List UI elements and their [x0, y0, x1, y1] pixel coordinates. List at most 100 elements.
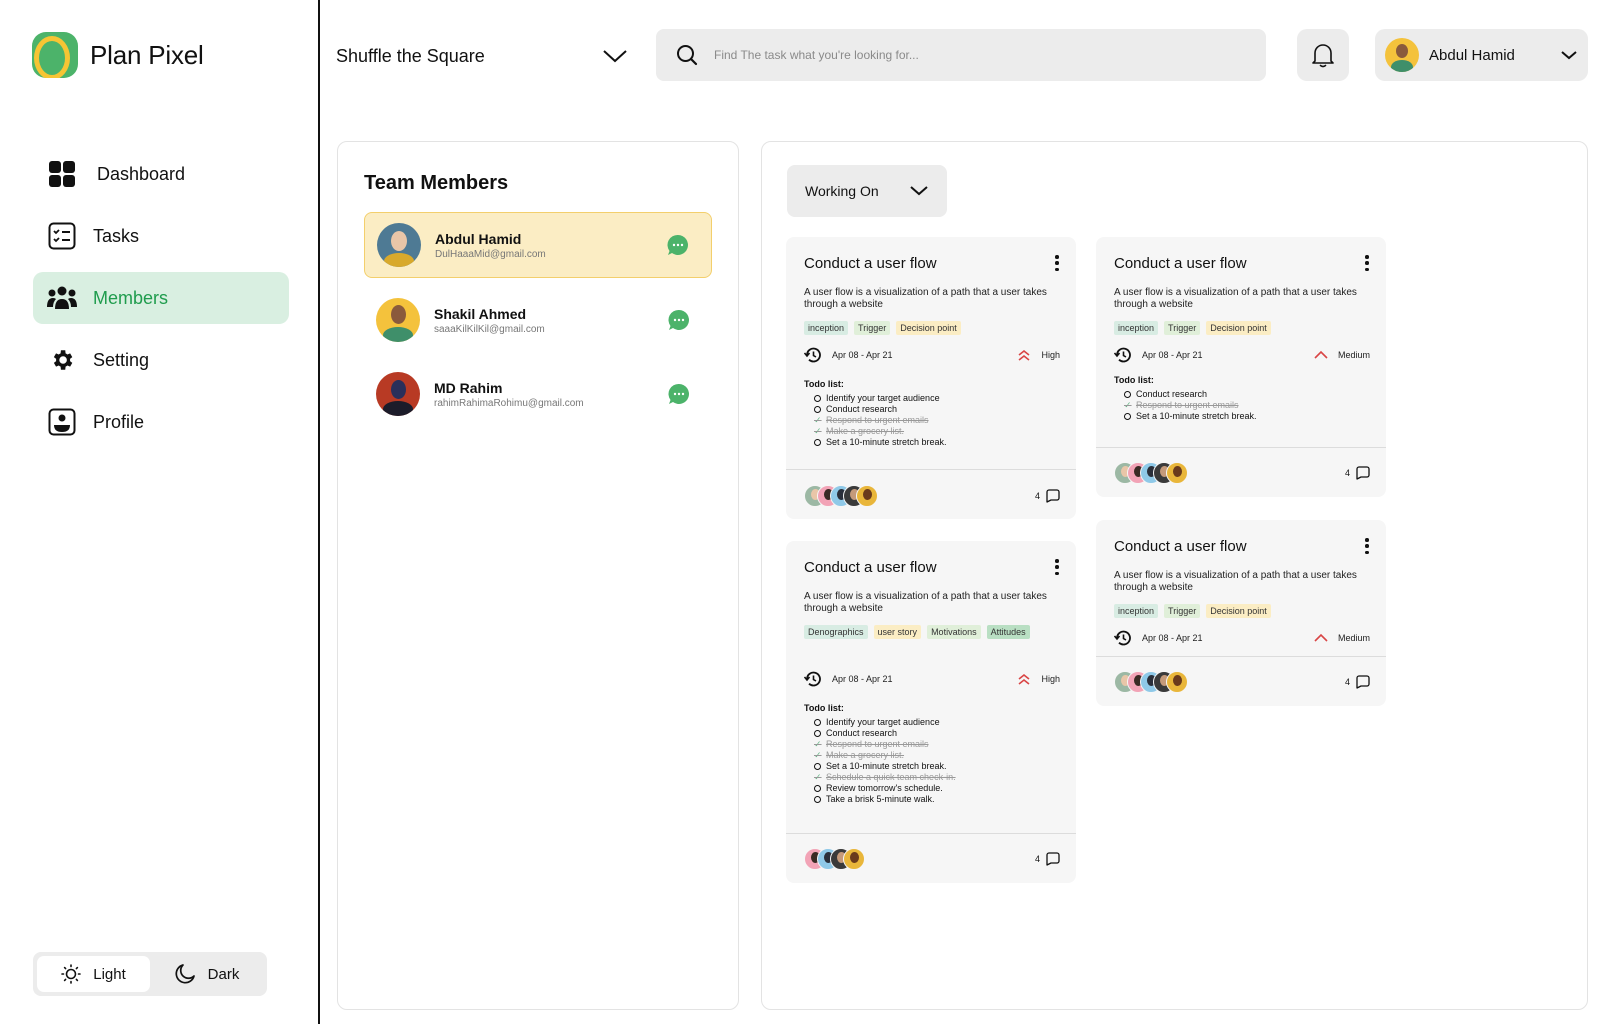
more-options-icon[interactable] [1052, 557, 1062, 577]
todo-text: Make a grocery list. [826, 426, 905, 436]
todo-item[interactable]: Set a 10-minute stretch break. [1124, 411, 1257, 422]
sidebar-item-tasks[interactable]: Tasks [33, 210, 289, 262]
logo-icon [32, 32, 78, 78]
sidebar-item-dashboard[interactable]: Dashboard [33, 148, 289, 200]
search-input[interactable] [714, 48, 1234, 62]
tag[interactable]: inception [1114, 604, 1159, 618]
todo-item[interactable]: ✓ Make a grocery list. [814, 750, 956, 761]
circle-icon [1124, 413, 1131, 420]
priority-badge: High [1017, 673, 1060, 685]
avatar [1166, 462, 1188, 484]
assignee-avatars[interactable] [1114, 462, 1188, 484]
comments-count[interactable]: 4 [1345, 675, 1370, 689]
task-card[interactable]: Conduct a user flow A user flow is a visu… [1096, 520, 1386, 706]
assignee-avatars[interactable] [1114, 671, 1188, 693]
tag[interactable]: Decision point [1206, 604, 1271, 618]
todo-text: Review tomorrow's schedule. [826, 783, 943, 793]
todo-text: Respond to urgent emails [1136, 400, 1239, 410]
chat-icon[interactable] [668, 309, 690, 331]
theme-toggle: Light Dark [33, 952, 267, 996]
bell-icon [1312, 44, 1334, 68]
todo-item[interactable]: Take a brisk 5-minute walk. [814, 794, 956, 805]
tag[interactable]: user story [873, 625, 922, 639]
user-menu[interactable]: Abdul Hamid [1375, 29, 1588, 81]
tag[interactable]: Motivations [927, 625, 981, 639]
card-title: Conduct a user flow [1114, 255, 1247, 272]
chat-icon[interactable] [668, 383, 690, 405]
todo-item[interactable]: Conduct research [814, 728, 956, 739]
card-meta: Apr 08 - Apr 21 High [804, 671, 1060, 687]
member-item[interactable]: Abdul Hamid DulHaaaMid@gmail.com [364, 212, 712, 278]
tag[interactable]: Decision point [896, 321, 961, 335]
avatar [856, 485, 878, 507]
task-card[interactable]: Conduct a user flow A user flow is a visu… [1096, 237, 1386, 497]
tag[interactable]: Decision point [1206, 321, 1271, 335]
avatar [377, 223, 421, 267]
member-item[interactable]: Shakil Ahmed saaaKilKilKil@gmail.com [364, 287, 712, 353]
history-icon [804, 671, 821, 687]
sidebar-item-members[interactable]: Members [33, 272, 289, 324]
tag[interactable]: Attitudes [986, 625, 1030, 639]
comments-count[interactable]: 4 [1345, 466, 1370, 480]
sun-icon [61, 964, 82, 984]
tag[interactable]: Trigger [854, 321, 891, 335]
todo-item[interactable]: Conduct research [1124, 389, 1257, 400]
task-card[interactable]: Conduct a user flow A user flow is a visu… [786, 541, 1076, 883]
tag[interactable]: inception [1114, 321, 1159, 335]
todo-text: Identify your target audience [826, 717, 940, 727]
task-card[interactable]: Conduct a user flow A user flow is a visu… [786, 237, 1076, 519]
todo-item[interactable]: Set a 10-minute stretch break. [814, 761, 956, 772]
comments-count[interactable]: 4 [1035, 852, 1060, 866]
todo-item[interactable]: ✓ Respond to urgent emails [814, 415, 947, 426]
project-select[interactable]: Shuffle the Square [336, 38, 628, 74]
comments-number: 4 [1034, 854, 1040, 864]
todo-item[interactable]: ✓ Make a grocery list. [814, 426, 947, 437]
tag[interactable]: Trigger [1164, 321, 1201, 335]
notifications-button[interactable] [1297, 29, 1349, 81]
status-filter-select[interactable]: Working On [787, 165, 947, 217]
todo-item[interactable]: Identify your target audience [814, 393, 947, 404]
team-members-panel: Team Members Abdul Hamid DulHaaaMid@gmai… [337, 141, 739, 1010]
todo-title: Todo list: [804, 379, 844, 389]
check-icon: ✓ [814, 426, 822, 436]
todo-item[interactable]: ✓ Schedule a quick team check-in. [814, 772, 956, 783]
tag[interactable]: Trigger [1164, 604, 1201, 618]
check-icon: ✓ [814, 415, 822, 425]
todo-text: Conduct research [826, 404, 898, 414]
search-bar [656, 29, 1266, 81]
more-options-icon[interactable] [1362, 536, 1372, 556]
card-description: A user flow is a visualization of a path… [1114, 287, 1357, 310]
todo-item[interactable]: Conduct research [814, 404, 947, 415]
todo-item[interactable]: Set a 10-minute stretch break. [814, 437, 947, 448]
avatar [843, 848, 865, 870]
todo-text: Make a grocery list. [826, 750, 905, 760]
tag[interactable]: Denographics [804, 625, 868, 639]
app-logo[interactable]: Plan Pixel [32, 32, 204, 78]
more-options-icon[interactable] [1052, 253, 1062, 273]
todo-item[interactable]: Identify your target audience [814, 717, 956, 728]
sidebar-item-profile[interactable]: Profile [33, 396, 289, 448]
date-range: Apr 08 - Apr 21 [1142, 633, 1203, 643]
divider [1096, 447, 1386, 448]
assignee-avatars[interactable] [804, 848, 865, 870]
sidebar-item-setting[interactable]: Setting [33, 334, 289, 386]
theme-light-button[interactable]: Light [37, 956, 150, 992]
card-description: A user flow is a visualization of a path… [804, 287, 1047, 310]
todo-list: Identify your target audience Conduct res… [814, 717, 956, 805]
tag[interactable]: inception [804, 321, 849, 335]
priority-badge: Medium [1314, 633, 1370, 643]
circle-icon [814, 796, 821, 803]
todo-item[interactable]: ✓ Respond to urgent emails [1124, 400, 1257, 411]
todo-item[interactable]: Review tomorrow's schedule. [814, 783, 956, 794]
todo-text: Set a 10-minute stretch break. [826, 761, 947, 771]
theme-dark-button[interactable]: Dark [150, 956, 263, 992]
todo-item[interactable]: ✓ Respond to urgent emails [814, 739, 956, 750]
more-options-icon[interactable] [1362, 253, 1372, 273]
assignee-avatars[interactable] [804, 485, 878, 507]
todo-text: Conduct research [1136, 389, 1208, 399]
chat-icon[interactable] [667, 234, 689, 256]
comment-icon [1046, 852, 1060, 866]
member-item[interactable]: MD Rahim rahimRahimaRohimu@gmail.com [364, 361, 712, 427]
comments-count[interactable]: 4 [1035, 489, 1060, 503]
card-footer: 4 [804, 485, 1060, 507]
